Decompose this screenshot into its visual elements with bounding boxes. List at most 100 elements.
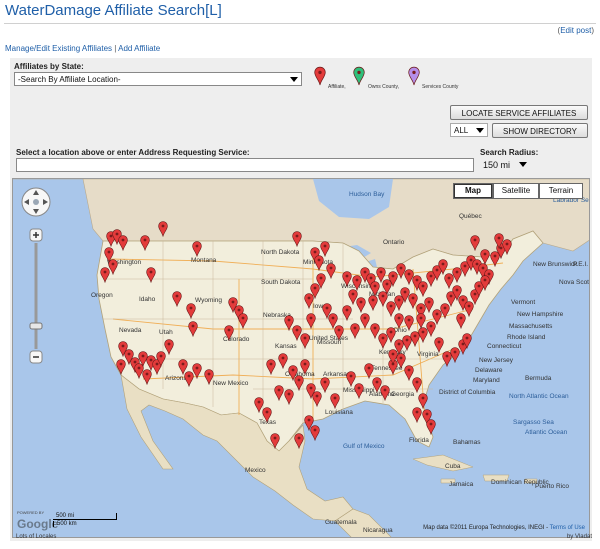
address-input[interactable]: [16, 158, 474, 172]
zoom-slider-handle[interactable]: [29, 322, 43, 330]
map-place-label: Idaho: [139, 296, 156, 303]
legend-label: Affiliate,: [328, 84, 346, 90]
affiliate-marker-icon[interactable]: [300, 359, 310, 380]
manage-links: Manage/Edit Existing Affiliates | Add Af…: [5, 44, 160, 53]
affiliate-marker-icon[interactable]: [142, 369, 152, 390]
affiliate-map[interactable]: Washington Oregon Idaho Montana Wyoming Nevad…: [12, 178, 590, 538]
affiliate-marker-icon[interactable]: [494, 233, 504, 254]
affiliate-marker-icon[interactable]: [304, 293, 314, 314]
affiliate-marker-icon[interactable]: [354, 383, 364, 404]
state-select[interactable]: -Search By Affiliate Location-: [14, 72, 302, 86]
chevron-down-icon: [290, 77, 298, 82]
map-type-map-button[interactable]: Map: [453, 183, 493, 199]
affiliate-marker-icon[interactable]: [320, 377, 330, 398]
affiliate-marker-icon[interactable]: [262, 407, 272, 428]
terms-of-use-link[interactable]: Terms of Use: [550, 525, 585, 531]
affiliate-marker-icon[interactable]: [100, 267, 110, 288]
pan-control[interactable]: [21, 187, 51, 217]
link-separator: |: [114, 44, 117, 53]
affiliate-marker-icon[interactable]: [278, 353, 288, 374]
affiliate-marker-icon[interactable]: [320, 241, 330, 262]
affiliate-marker-icon[interactable]: [274, 385, 284, 406]
page-title: WaterDamage Affiliate Search[L]: [5, 2, 222, 19]
affiliate-marker-icon[interactable]: [316, 273, 326, 294]
map-place-label: Gulf of Mexico: [343, 443, 385, 450]
manage-affiliates-link[interactable]: Manage/Edit Existing Affiliates: [5, 44, 112, 53]
legend-pin-icon: [353, 66, 365, 91]
affiliate-marker-icon[interactable]: [426, 419, 436, 440]
affiliate-marker-icon[interactable]: [284, 389, 294, 410]
affiliate-marker-icon[interactable]: [480, 275, 490, 296]
affiliate-marker-icon[interactable]: [300, 333, 310, 354]
radius-value: 150 mi: [483, 160, 511, 170]
search-panel: Affiliates by State: -Search By Affiliat…: [10, 58, 592, 541]
map-place-label: Bermuda: [525, 375, 552, 382]
add-affiliate-link[interactable]: Add Affiliate: [118, 44, 160, 53]
affiliate-type-select[interactable]: ALL: [450, 123, 488, 137]
affiliate-marker-icon[interactable]: [238, 313, 248, 334]
map-place-label: Oregon: [91, 292, 113, 299]
map-place-label: District of Columbia: [439, 389, 496, 396]
affiliate-marker-icon[interactable]: [326, 263, 336, 284]
affiliate-marker-icon[interactable]: [224, 325, 234, 346]
edit-post-link[interactable]: Edit post: [560, 26, 591, 35]
chevron-down-icon: [519, 162, 527, 167]
map-navigation-controls: [21, 187, 51, 364]
affiliate-marker-icon[interactable]: [188, 321, 198, 342]
affiliate-marker-icon[interactable]: [164, 339, 174, 360]
affiliate-marker-icon[interactable]: [456, 313, 466, 334]
map-type-satellite-button[interactable]: Satellite: [493, 183, 539, 199]
affiliate-marker-icon[interactable]: [462, 333, 472, 354]
footer-right-text: by Vladat: [566, 534, 592, 540]
affiliate-marker-icon[interactable]: [118, 235, 128, 256]
map-place-label: Mexico: [245, 467, 266, 474]
radius-select[interactable]: 150 mi: [480, 158, 530, 172]
show-directory-button[interactable]: SHOW DIRECTORY: [492, 123, 588, 138]
affiliate-marker-icon[interactable]: [380, 385, 390, 406]
scale-mi: 500 mi: [53, 513, 117, 520]
locate-affiliates-button[interactable]: LOCATE SERVICE AFFILIATES: [450, 105, 588, 120]
affiliate-marker-icon[interactable]: [266, 359, 276, 380]
affiliate-marker-icon[interactable]: [146, 267, 156, 288]
affiliate-marker-icon[interactable]: [172, 291, 182, 312]
map-place-label: New Mexico: [213, 380, 249, 387]
affiliate-marker-icon[interactable]: [412, 407, 422, 428]
map-place-label: New Hampshire: [517, 311, 564, 318]
affiliate-marker-icon[interactable]: [140, 235, 150, 256]
map-place-label: Nevada: [119, 327, 142, 334]
affiliate-marker-icon[interactable]: [416, 313, 426, 334]
affiliate-marker-icon[interactable]: [192, 241, 202, 262]
address-label: Select a location above or enter Address…: [16, 148, 250, 157]
map-place-label: Nicaragua: [363, 527, 393, 534]
affiliate-marker-icon[interactable]: [304, 415, 314, 436]
affiliate-marker-icon[interactable]: [360, 313, 370, 334]
affiliate-marker-icon[interactable]: [480, 249, 490, 270]
map-place-label: Connecticut: [487, 343, 522, 350]
legend-pin-icon: [408, 66, 420, 91]
map-place-label: New Brunswick: [533, 261, 578, 268]
affiliate-marker-icon[interactable]: [330, 393, 340, 414]
map-place-label: Ontario: [383, 239, 405, 246]
zoom-out-button[interactable]: [29, 350, 43, 364]
map-place-label: North Atlantic Ocean: [509, 393, 569, 400]
affiliate-marker-icon[interactable]: [116, 359, 126, 380]
affiliate-marker-icon[interactable]: [388, 349, 398, 370]
affiliate-marker-icon[interactable]: [394, 313, 404, 334]
affiliate-marker-icon[interactable]: [270, 433, 280, 454]
map-place-label: Wyoming: [195, 297, 223, 304]
radius-label: Search Radius:: [480, 148, 539, 157]
affiliate-marker-icon[interactable]: [334, 325, 344, 346]
affiliate-marker-icon[interactable]: [306, 313, 316, 334]
copyright-text: Map data ©2011 Europa Technologies, INEG…: [423, 525, 550, 531]
affiliate-marker-icon[interactable]: [292, 231, 302, 252]
affiliate-marker-icon[interactable]: [404, 315, 414, 336]
affiliate-marker-icon[interactable]: [350, 323, 360, 344]
affiliate-marker-icon[interactable]: [470, 235, 480, 256]
affiliate-marker-icon[interactable]: [158, 221, 168, 242]
affiliate-marker-icon[interactable]: [184, 371, 194, 392]
zoom-in-button[interactable]: [29, 228, 43, 242]
map-place-label: Puerto Rico: [535, 483, 569, 490]
map-type-terrain-button[interactable]: Terrain: [539, 183, 583, 199]
affiliate-marker-icon[interactable]: [294, 433, 304, 454]
affiliate-marker-icon[interactable]: [204, 369, 214, 390]
